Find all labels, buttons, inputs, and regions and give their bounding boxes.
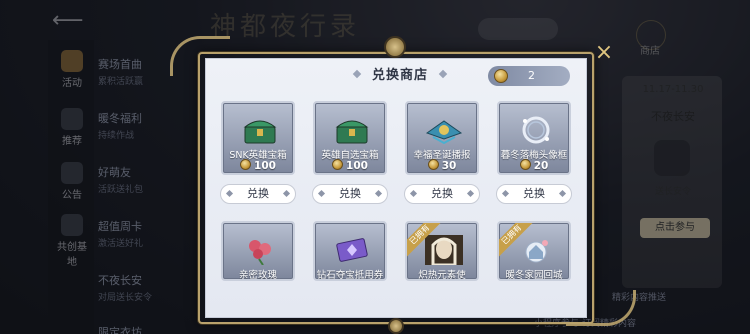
coin-icon [494,69,508,83]
coin-icon [332,159,344,170]
item-price: 100 [223,159,293,172]
modal-header: 兑换商店 [340,64,460,84]
item-name: 亲密玫瑰 [238,270,277,281]
broadcast-badge-icon [425,120,463,145]
gem-ornament-icon [384,36,406,58]
shop-item-card[interactable]: 亲密玫瑰 [221,221,295,281]
coin-icon [519,159,531,170]
diamond-icon [438,69,448,79]
shop-item-card[interactable]: 英雄自选宝箱 100 [313,101,387,175]
shop-item-card[interactable]: SNK英雄宝箱 100 [221,101,295,175]
shop-item-card[interactable]: 暮冬落梅头像框 20 [497,101,571,175]
item-name: 炽热元素使 [418,270,466,281]
close-button[interactable]: × [594,42,614,64]
home-teleport-icon [525,240,548,263]
coin-icon [427,159,439,170]
item-price: 20 [499,159,569,172]
avatar-frame-icon [522,116,550,144]
item-price: 30 [407,159,477,172]
item-name: 暖冬家园回城 [505,270,563,281]
exchange-button[interactable]: 兑换 [312,184,388,204]
coin-icon [240,159,252,170]
treasure-chest-icon [335,120,369,144]
gem-ornament-icon [388,318,404,334]
item-price: 100 [315,159,385,172]
diamond-icon [352,69,362,79]
treasure-chest-icon [243,120,277,144]
modal-title: 兑换商店 [371,68,428,83]
voucher-icon [336,238,368,262]
item-name: 钻石夺宝抵用券 [316,270,384,281]
rose-icon [249,240,271,265]
shop-item-card[interactable]: 幸福圣诞播报 30 [405,101,479,175]
character-portrait-icon [425,235,463,265]
shop-item-card[interactable]: 已拥有 暖冬家园回城 [497,221,571,281]
exchange-button[interactable]: 兑换 [404,184,480,204]
shop-item-card[interactable]: 钻石夺宝抵用券 [313,221,387,281]
exchange-button[interactable]: 兑换 [496,184,572,204]
balance-value: 2 [528,69,535,82]
exchange-button[interactable]: 兑换 [220,184,296,204]
shop-item-card[interactable]: 已拥有 炽热元素使 [405,221,479,281]
